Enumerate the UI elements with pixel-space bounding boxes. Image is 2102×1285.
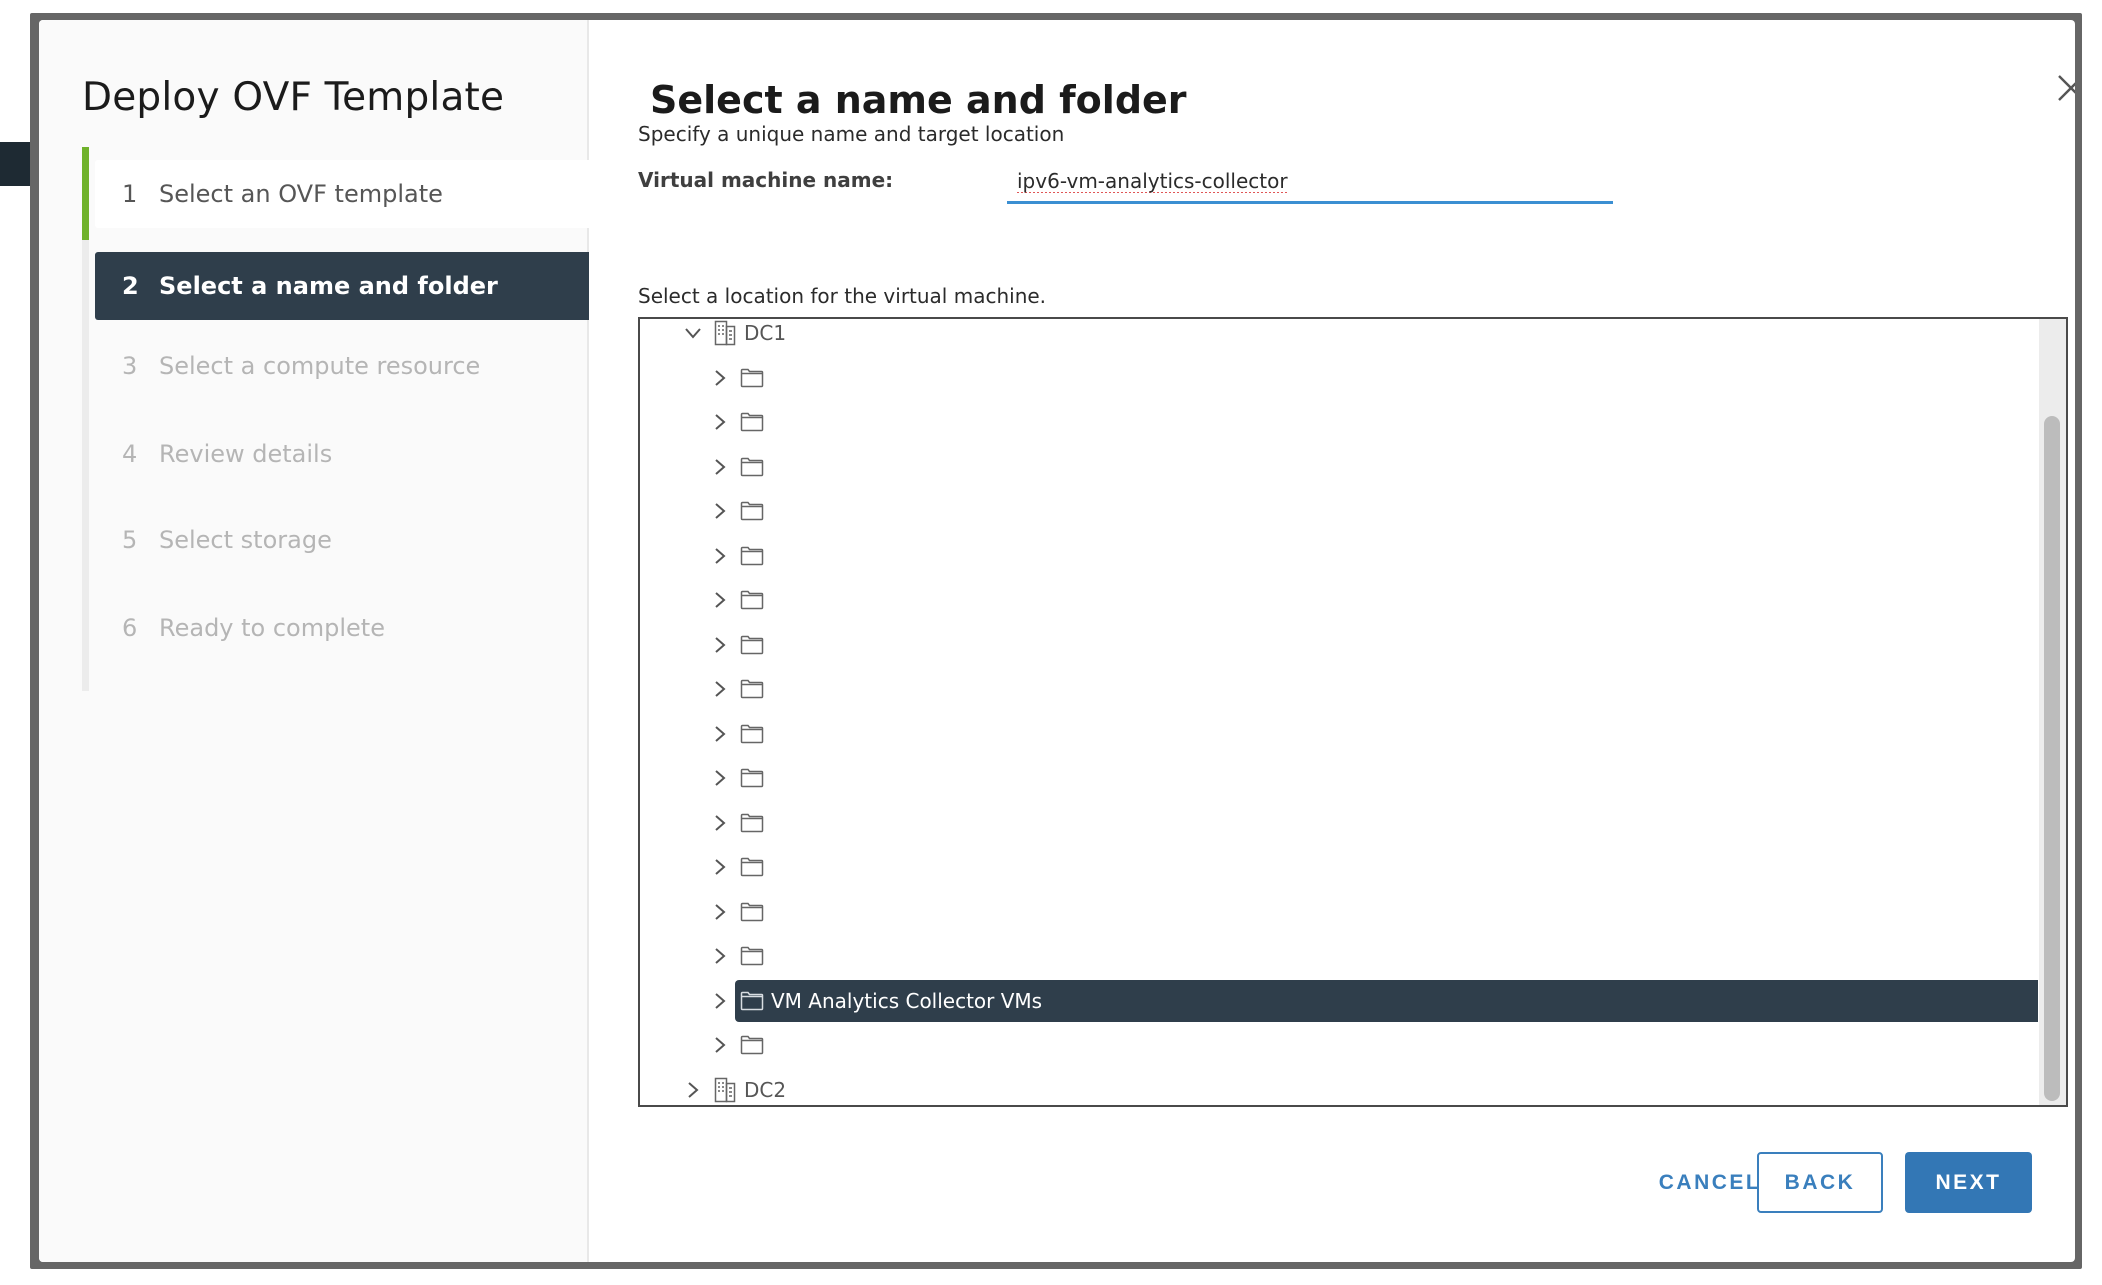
deploy-ovf-dialog: Deploy OVF Template 1 Select an OVF temp… — [39, 20, 2075, 1262]
chevron-right-icon[interactable] — [709, 678, 731, 700]
step-progress-completed — [82, 147, 89, 240]
tree-rows: DC1 VM Analytics Collector VMs DC2 — [640, 319, 2038, 1106]
tree-node-folder[interactable] — [640, 845, 2038, 890]
folder-icon — [739, 765, 765, 791]
step-label: Select a name and folder — [159, 272, 498, 300]
tree-node-folder[interactable] — [640, 890, 2038, 935]
chevron-right-icon[interactable] — [709, 367, 731, 389]
close-icon — [2058, 75, 2075, 101]
folder-icon — [739, 543, 765, 569]
tree-scrollbar[interactable] — [2039, 319, 2066, 1105]
chevron-right-icon[interactable] — [709, 990, 731, 1012]
tree-node-datacenter[interactable]: DC1 — [640, 319, 2038, 356]
wizard-step-3: 3 Select a compute resource — [95, 332, 589, 400]
folder-icon — [739, 810, 765, 836]
wizard-sidebar: Deploy OVF Template 1 Select an OVF temp… — [39, 20, 589, 1262]
chevron-right-icon[interactable] — [709, 1034, 731, 1056]
step-label: Select a compute resource — [159, 352, 481, 380]
next-button[interactable]: NEXT — [1905, 1152, 2032, 1213]
step-number: 5 — [122, 526, 138, 554]
tree-node-folder[interactable] — [640, 756, 2038, 801]
folder-icon — [739, 498, 765, 524]
folder-icon — [739, 409, 765, 435]
tree-node-folder[interactable] — [640, 400, 2038, 445]
datacenter-icon — [712, 1077, 738, 1103]
step-number: 2 — [122, 272, 139, 300]
chevron-right-icon[interactable] — [709, 634, 731, 656]
tree-node-folder[interactable] — [640, 534, 2038, 579]
tree-node-label: DC2 — [744, 1077, 787, 1102]
page-title: Select a name and folder — [650, 78, 1187, 122]
chevron-right-icon[interactable] — [709, 901, 731, 923]
page-subtitle: Specify a unique name and target locatio… — [638, 122, 1065, 146]
folder-tree: DC1 VM Analytics Collector VMs DC2 — [638, 317, 2068, 1107]
tree-node-datacenter[interactable]: DC2 — [640, 1068, 2038, 1106]
step-number: 1 — [122, 180, 138, 208]
step-label: Review details — [159, 440, 333, 468]
tree-node-folder[interactable] — [640, 667, 2038, 712]
folder-icon — [739, 721, 765, 747]
wizard-step-4: 4 Review details — [95, 420, 589, 488]
vm-name-label: Virtual machine name: — [638, 168, 894, 192]
folder-icon — [739, 899, 765, 925]
step-number: 6 — [122, 614, 138, 642]
chevron-right-icon[interactable] — [682, 1079, 704, 1101]
wizard-step-6: 6 Ready to complete — [95, 594, 589, 662]
folder-icon — [739, 454, 765, 480]
tree-node-folder[interactable] — [640, 445, 2038, 490]
chevron-right-icon[interactable] — [709, 767, 731, 789]
chevron-right-icon[interactable] — [709, 456, 731, 478]
folder-icon — [739, 854, 765, 880]
folder-icon — [739, 1032, 765, 1058]
vm-name-field-wrapper — [1007, 160, 1613, 204]
tree-node-folder[interactable] — [640, 489, 2038, 534]
step-number: 4 — [122, 440, 138, 468]
datacenter-icon — [712, 320, 738, 346]
folder-icon — [739, 676, 765, 702]
chevron-right-icon[interactable] — [709, 411, 731, 433]
chevron-right-icon[interactable] — [709, 500, 731, 522]
chevron-right-icon[interactable] — [709, 856, 731, 878]
chevron-down-icon[interactable] — [682, 322, 704, 344]
step-label: Select an OVF template — [159, 180, 443, 208]
tree-node-folder[interactable] — [640, 356, 2038, 401]
tree-node-folder[interactable] — [640, 712, 2038, 757]
tree-node-folder[interactable] — [640, 578, 2038, 623]
background-app-header — [0, 142, 30, 186]
wizard-content: Select a name and folder Specify a uniqu… — [591, 20, 2075, 1262]
wizard-step-2[interactable]: 2 Select a name and folder — [95, 252, 589, 320]
vm-name-input[interactable] — [1007, 160, 1613, 201]
folder-icon — [739, 587, 765, 613]
back-button[interactable]: BACK — [1757, 1152, 1883, 1213]
folder-icon — [739, 632, 765, 658]
folder-icon — [739, 943, 765, 969]
tree-node-folder[interactable] — [640, 801, 2038, 846]
wizard-step-5: 5 Select storage — [95, 506, 589, 574]
folder-icon — [739, 365, 765, 391]
folder-icon — [739, 988, 765, 1014]
step-label: Ready to complete — [159, 614, 385, 642]
tree-node-folder[interactable] — [640, 623, 2038, 668]
tree-node-folder[interactable] — [640, 934, 2038, 979]
tree-node-folder[interactable]: VM Analytics Collector VMs — [640, 979, 2038, 1024]
close-button[interactable] — [2051, 68, 2075, 108]
chevron-right-icon[interactable] — [709, 812, 731, 834]
step-label: Select storage — [159, 526, 332, 554]
cancel-button[interactable]: CANCEL — [1645, 1152, 1775, 1213]
tree-node-label: DC1 — [744, 321, 787, 346]
tree-node-folder[interactable] — [640, 1023, 2038, 1068]
tree-node-label: VM Analytics Collector VMs — [771, 988, 1043, 1013]
wizard-step-1[interactable]: 1 Select an OVF template — [95, 160, 589, 228]
tree-scrollbar-thumb[interactable] — [2044, 416, 2060, 1101]
chevron-right-icon[interactable] — [709, 545, 731, 567]
chevron-right-icon[interactable] — [709, 723, 731, 745]
step-number: 3 — [122, 352, 138, 380]
location-label: Select a location for the virtual machin… — [638, 284, 1047, 308]
wizard-title: Deploy OVF Template — [82, 75, 505, 120]
chevron-right-icon[interactable] — [709, 945, 731, 967]
chevron-right-icon[interactable] — [709, 589, 731, 611]
